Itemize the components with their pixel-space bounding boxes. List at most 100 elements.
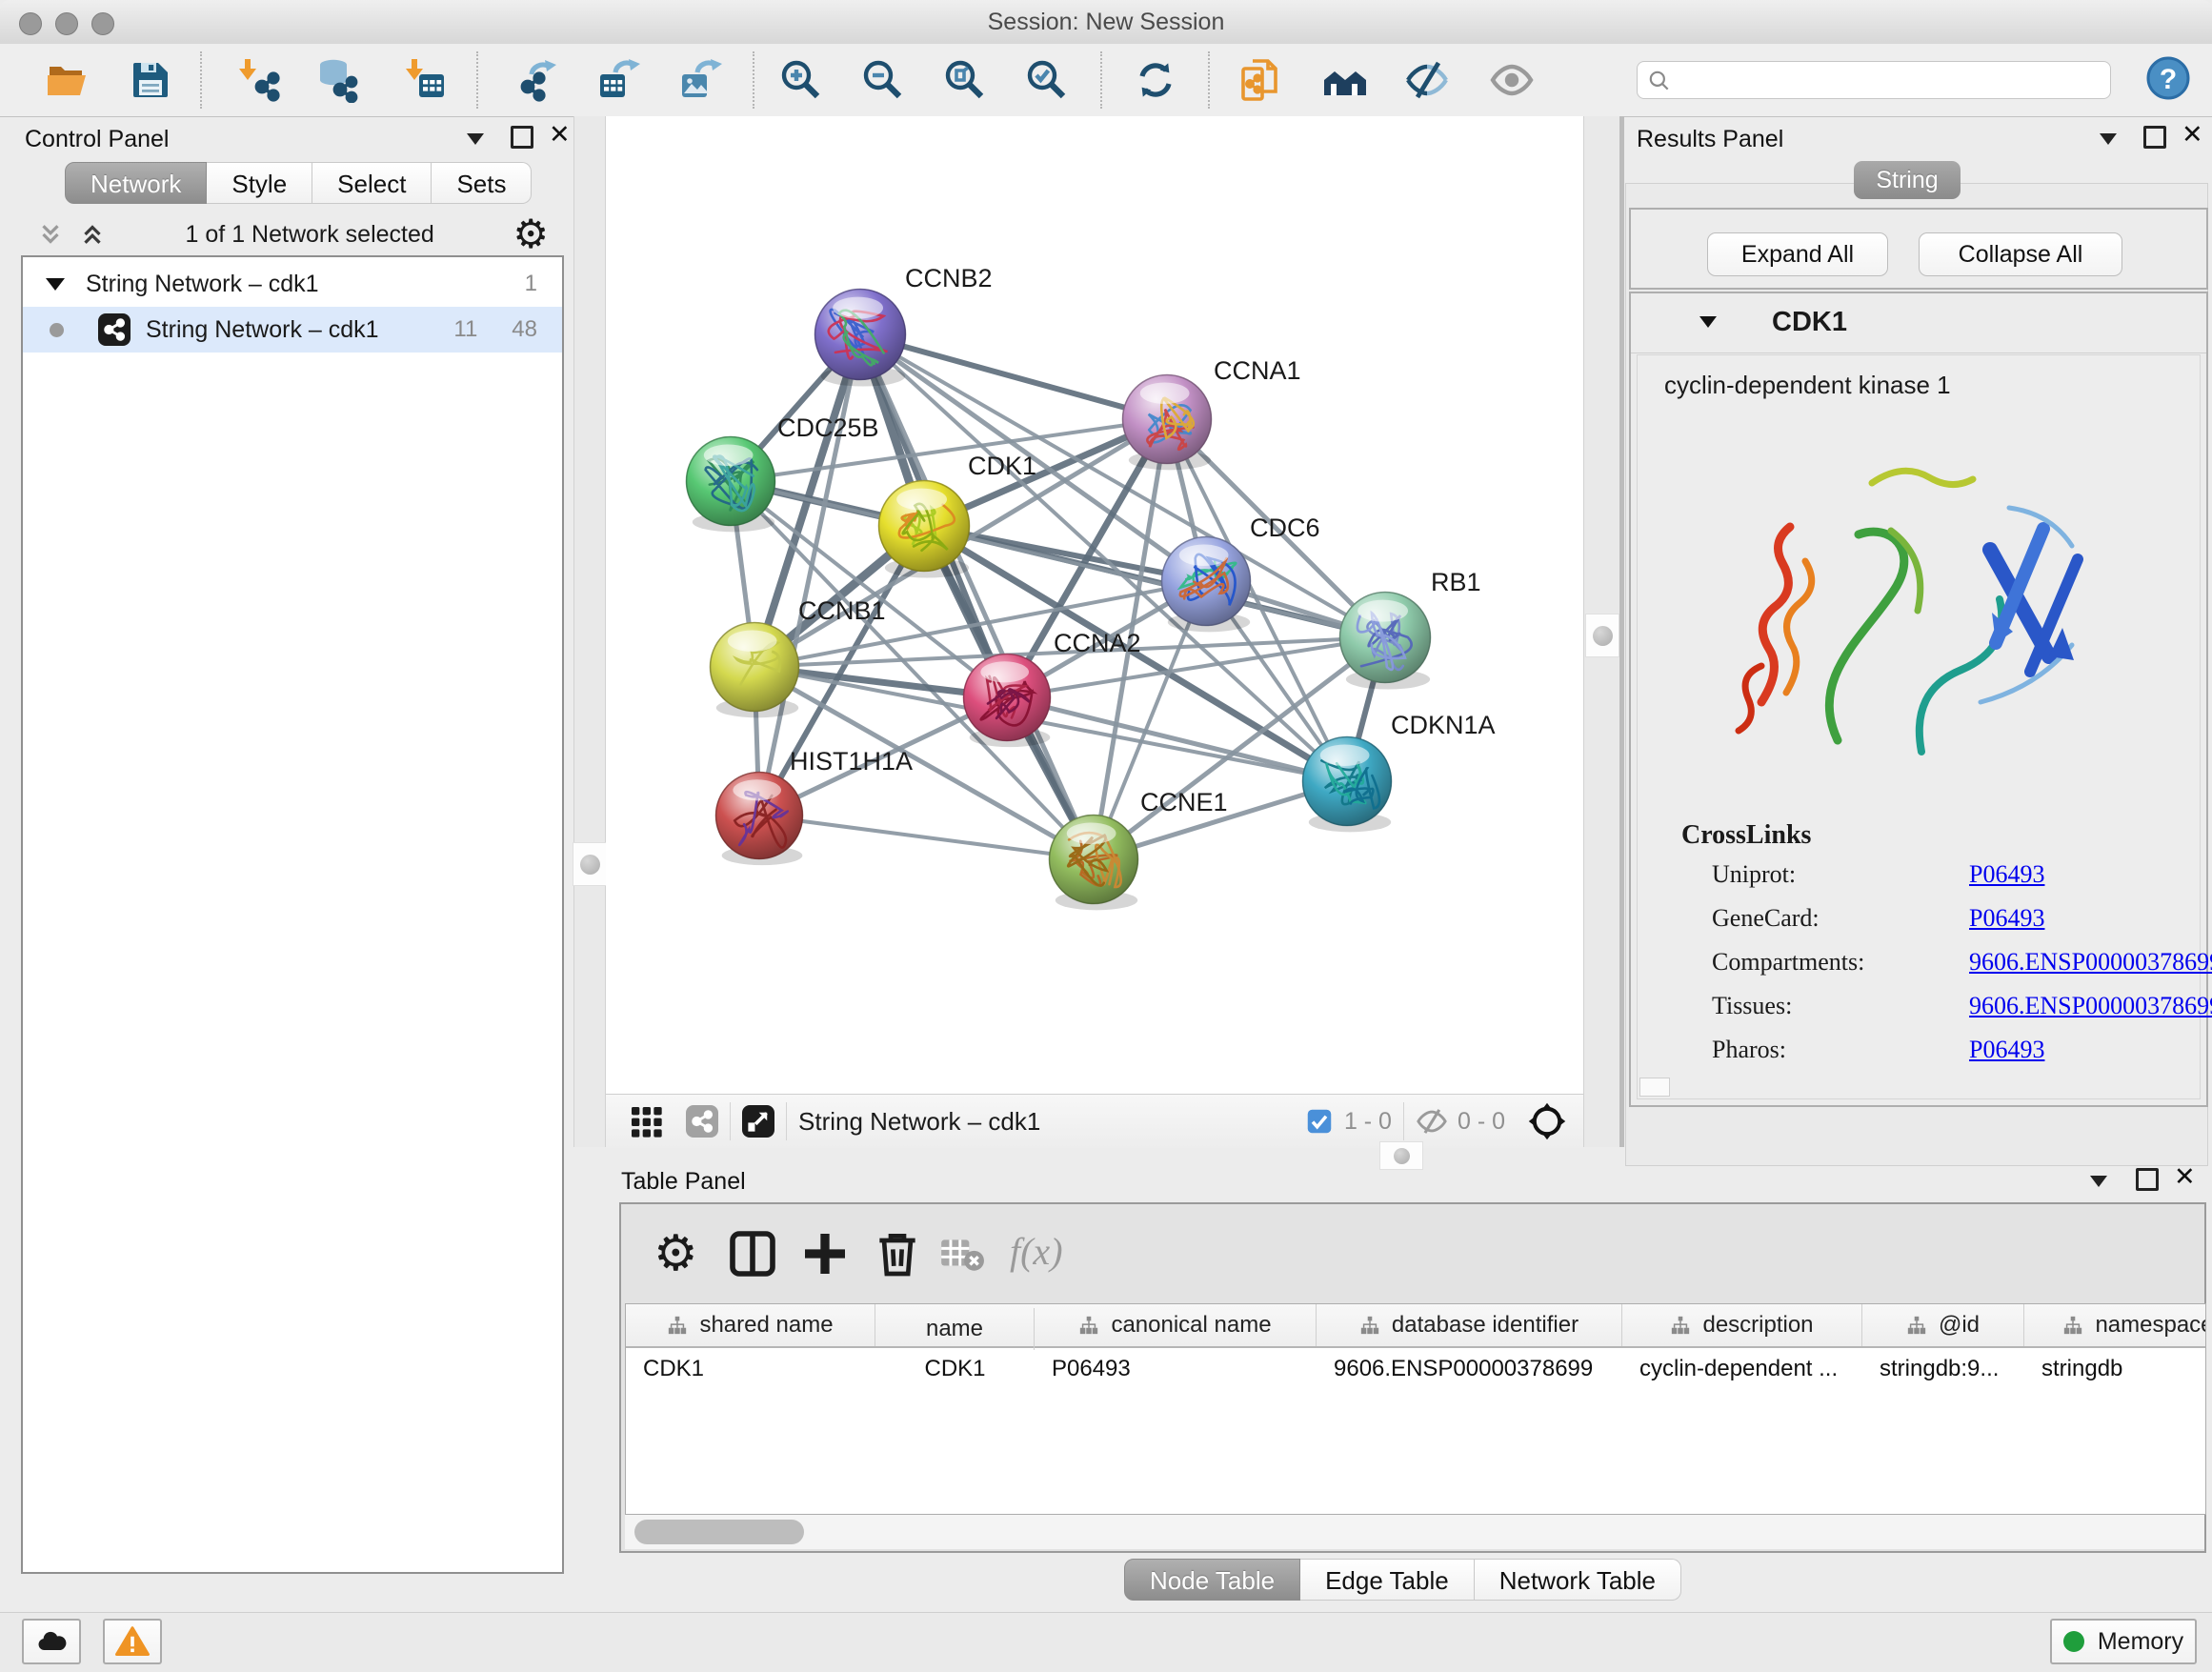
tab-style[interactable]: Style xyxy=(207,162,312,204)
control-panel-float-icon[interactable] xyxy=(511,126,533,149)
crosslink-value-link[interactable]: 9606.ENSP00000378699 xyxy=(1969,948,2212,977)
tab-edge-table[interactable]: Edge Table xyxy=(1300,1559,1475,1601)
table-cell[interactable]: stringdb:9... xyxy=(1862,1348,2024,1390)
right-splitter-handle[interactable] xyxy=(1585,614,1619,657)
network-node[interactable] xyxy=(686,436,775,532)
left-splitter[interactable] xyxy=(573,116,606,1147)
zoom-selected-icon[interactable] xyxy=(1023,57,1069,103)
help-icon[interactable]: ? xyxy=(2145,55,2191,101)
column-header[interactable]: name xyxy=(875,1308,1035,1350)
network-node[interactable] xyxy=(963,654,1051,747)
crosslink-value-link[interactable]: P06493 xyxy=(1969,904,2044,933)
network-row[interactable]: String Network – cdk1 11 48 xyxy=(23,307,562,353)
results-tab-string[interactable]: String xyxy=(1854,161,1961,199)
add-column-icon[interactable] xyxy=(798,1227,852,1280)
node-table-row[interactable]: CDK1CDK1P064939606.ENSP00000378699cyclin… xyxy=(626,1348,2206,1390)
table-cell[interactable]: cyclin-dependent ... xyxy=(1622,1348,1862,1390)
network-edge[interactable] xyxy=(860,334,1094,859)
open-session-icon[interactable] xyxy=(44,57,90,103)
table-panel-close-icon[interactable]: ✕ xyxy=(2174,1168,2196,1185)
export-image-icon[interactable] xyxy=(678,57,724,103)
clone-network-icon[interactable] xyxy=(1237,57,1283,103)
import-network-from-database-icon[interactable] xyxy=(314,57,360,103)
table-horizontal-scrollbar[interactable] xyxy=(625,1515,2204,1549)
table-panel-float-icon[interactable] xyxy=(2136,1168,2159,1191)
cdk1-header-row[interactable]: CDK1 xyxy=(1631,293,2206,353)
network-node[interactable] xyxy=(1049,815,1138,910)
left-splitter-handle[interactable] xyxy=(573,842,607,886)
collapse-all-networks-icon[interactable] xyxy=(36,220,65,249)
tab-network-table[interactable]: Network Table xyxy=(1475,1559,1681,1601)
zoom-in-icon[interactable] xyxy=(777,57,823,103)
column-header[interactable]: canonical name xyxy=(1035,1304,1317,1346)
apply-preferred-layout-icon[interactable] xyxy=(1133,57,1178,103)
string-network-graph[interactable]: CCNB2CCNA1CDC25BCDK1CDC6RB1CCNB1CCNA2CDK… xyxy=(606,116,1583,1094)
right-splitter[interactable] xyxy=(1583,116,1621,1147)
birdseye-view-icon[interactable] xyxy=(742,1105,774,1138)
table-panel-menu-icon[interactable] xyxy=(2090,1176,2107,1187)
network-node[interactable] xyxy=(1122,374,1212,470)
search-field[interactable] xyxy=(1637,61,2111,99)
cdk1-disclosure-icon[interactable] xyxy=(1699,316,1717,328)
apply-function-icon[interactable]: f(x) xyxy=(1010,1227,1115,1280)
zoom-out-icon[interactable] xyxy=(859,57,905,103)
split-view-icon[interactable] xyxy=(726,1227,779,1280)
expand-all-button[interactable]: Expand All xyxy=(1707,232,1888,276)
export-network-icon[interactable] xyxy=(514,57,560,103)
zoom-fit-icon[interactable] xyxy=(941,57,987,103)
import-table-from-file-icon[interactable] xyxy=(402,57,448,103)
cloud-status-button[interactable] xyxy=(22,1619,81,1664)
delete-table-icon[interactable] xyxy=(937,1227,985,1280)
results-panel-close-icon[interactable]: ✕ xyxy=(2182,126,2203,143)
table-settings-gear-icon[interactable]: ⚙ xyxy=(654,1227,707,1280)
tab-network[interactable]: Network xyxy=(65,162,207,204)
expand-all-networks-icon[interactable] xyxy=(78,220,107,249)
fit-selected-crosshair-icon[interactable] xyxy=(1526,1100,1568,1142)
selected-checkbox-icon[interactable] xyxy=(1306,1108,1333,1135)
scrollbar-thumb[interactable] xyxy=(634,1520,804,1544)
tab-node-table[interactable]: Node Table xyxy=(1124,1559,1300,1601)
column-header[interactable]: description xyxy=(1622,1304,1862,1346)
network-node[interactable] xyxy=(878,480,970,578)
show-all-icon[interactable] xyxy=(1489,57,1535,103)
warnings-button[interactable] xyxy=(103,1619,162,1664)
results-panel-menu-icon[interactable] xyxy=(2100,133,2117,145)
delete-column-trash-icon[interactable] xyxy=(871,1227,924,1280)
network-node[interactable] xyxy=(814,289,906,387)
memory-button[interactable]: Memory xyxy=(2050,1619,2197,1664)
network-node[interactable] xyxy=(1161,536,1251,632)
network-node[interactable] xyxy=(715,772,803,865)
hidden-eye-icon[interactable] xyxy=(1416,1105,1448,1138)
crosslink-value-link[interactable]: 9606.ENSP00000378699 xyxy=(1969,992,2212,1020)
save-session-icon[interactable] xyxy=(128,57,173,103)
crosslink-value-link[interactable]: P06493 xyxy=(1969,1036,2044,1064)
collection-disclosure-icon[interactable] xyxy=(46,278,65,291)
tab-sets[interactable]: Sets xyxy=(432,162,532,204)
network-options-gear-icon[interactable]: ⚙ xyxy=(513,215,549,253)
collapse-all-button[interactable]: Collapse All xyxy=(1919,232,2122,276)
control-panel-close-icon[interactable]: ✕ xyxy=(549,126,571,143)
search-input[interactable] xyxy=(1681,64,2104,94)
table-cell[interactable]: 9606.ENSP00000378699 xyxy=(1317,1348,1622,1390)
network-node[interactable] xyxy=(710,622,799,717)
network-edge[interactable] xyxy=(759,816,1094,859)
table-cell[interactable]: CDK1 xyxy=(875,1348,1035,1390)
results-panel-float-icon[interactable] xyxy=(2143,126,2166,149)
network-edge[interactable] xyxy=(759,334,860,816)
column-header[interactable]: shared name xyxy=(626,1304,875,1346)
node-table-header[interactable]: shared namenamecanonical namedatabase id… xyxy=(626,1304,2206,1348)
crosslink-value-link[interactable]: P06493 xyxy=(1969,860,2044,889)
first-neighbors-icon[interactable] xyxy=(1322,57,1368,103)
table-cell[interactable]: P06493 xyxy=(1035,1348,1317,1390)
network-collection-row[interactable]: String Network – cdk1 1 xyxy=(23,261,562,307)
tab-select[interactable]: Select xyxy=(312,162,432,204)
hide-selected-icon[interactable] xyxy=(1404,57,1450,103)
network-canvas[interactable]: CCNB2CCNA1CDC25BCDK1CDC6RB1CCNB1CCNA2CDK… xyxy=(606,116,1583,1094)
table-cell[interactable]: CDK1 xyxy=(626,1348,875,1390)
export-table-icon[interactable] xyxy=(596,57,642,103)
column-header[interactable]: namespace xyxy=(2024,1304,2206,1346)
table-cell[interactable]: stringdb xyxy=(2024,1348,2206,1390)
control-panel-menu-icon[interactable] xyxy=(467,133,484,145)
column-header[interactable]: database identifier xyxy=(1317,1304,1622,1346)
network-node[interactable] xyxy=(1339,592,1431,690)
